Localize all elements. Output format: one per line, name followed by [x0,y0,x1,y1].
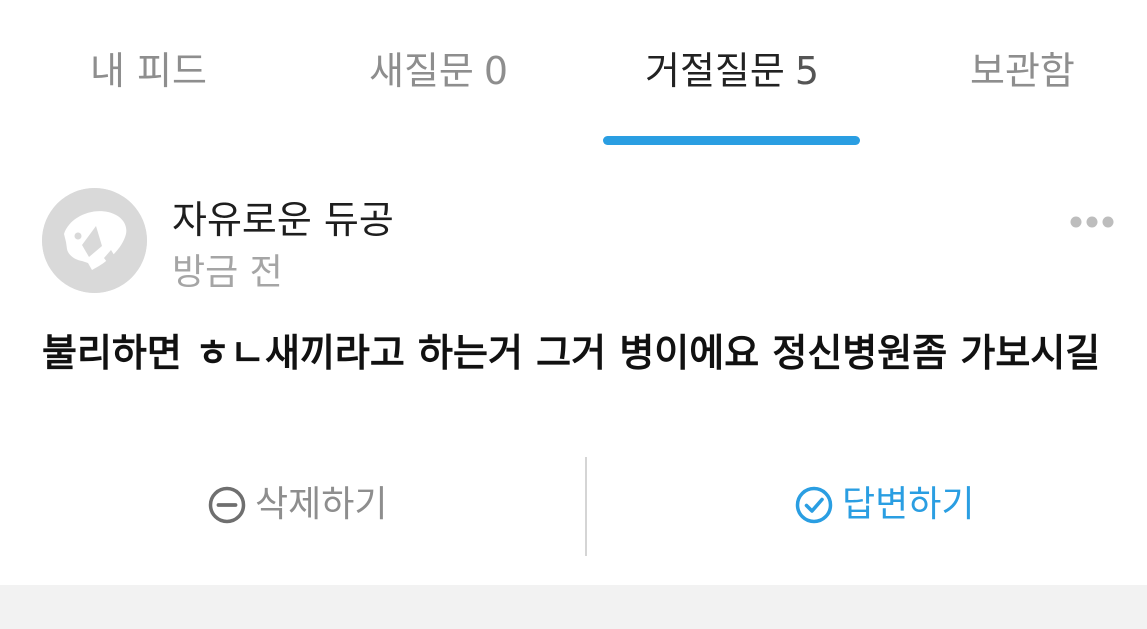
tab-rejected-questions-count: 5 [794,49,820,93]
tab-rejected-questions-label: 거절질문 [645,49,785,93]
tab-new-questions-label: 새질문 [369,49,474,93]
delete-button[interactable]: 삭제하기 [207,479,387,531]
check-circle-icon [795,486,833,524]
post-timestamp: 방금 전 [172,252,283,293]
tab-archive[interactable]: 보관함 [970,44,1075,98]
active-tab-indicator [603,136,860,145]
tab-new-questions[interactable]: 새질문 0 [369,44,508,98]
answer-button[interactable]: 답변하기 [794,479,974,531]
question-text: 불리하면 ㅎㄴ새끼라고 하는거 그거 병이에요 정신병원좀 가보시길 [42,331,1101,375]
app-screen: 내 피드 새질문 0 거절질문 5 보관함 자유로운 듀공 방금 전 불리하면 … [0,0,1147,629]
avatar[interactable] [42,188,147,293]
more-dots-icon [1070,216,1114,228]
minus-circle-icon [208,486,246,524]
question-actions: 삭제하기 답변하기 [0,457,1147,557]
more-options-button[interactable] [1068,208,1116,236]
tab-my-feed[interactable]: 내 피드 [90,44,207,98]
tab-my-feed-label: 내 피드 [90,49,207,93]
default-animal-avatar-icon [42,188,147,293]
answer-button-label: 답변하기 [842,484,975,525]
card-separator [0,585,1147,629]
delete-button-label: 삭제하기 [255,484,388,525]
action-divider [585,457,587,556]
tab-archive-label: 보관함 [970,49,1075,93]
tab-new-questions-count: 0 [483,49,509,93]
tab-rejected-questions[interactable]: 거절질문 5 [645,44,819,98]
tab-bar: 내 피드 새질문 0 거절질문 5 보관함 [0,0,1147,146]
author-name: 자유로운 듀공 [172,198,394,242]
